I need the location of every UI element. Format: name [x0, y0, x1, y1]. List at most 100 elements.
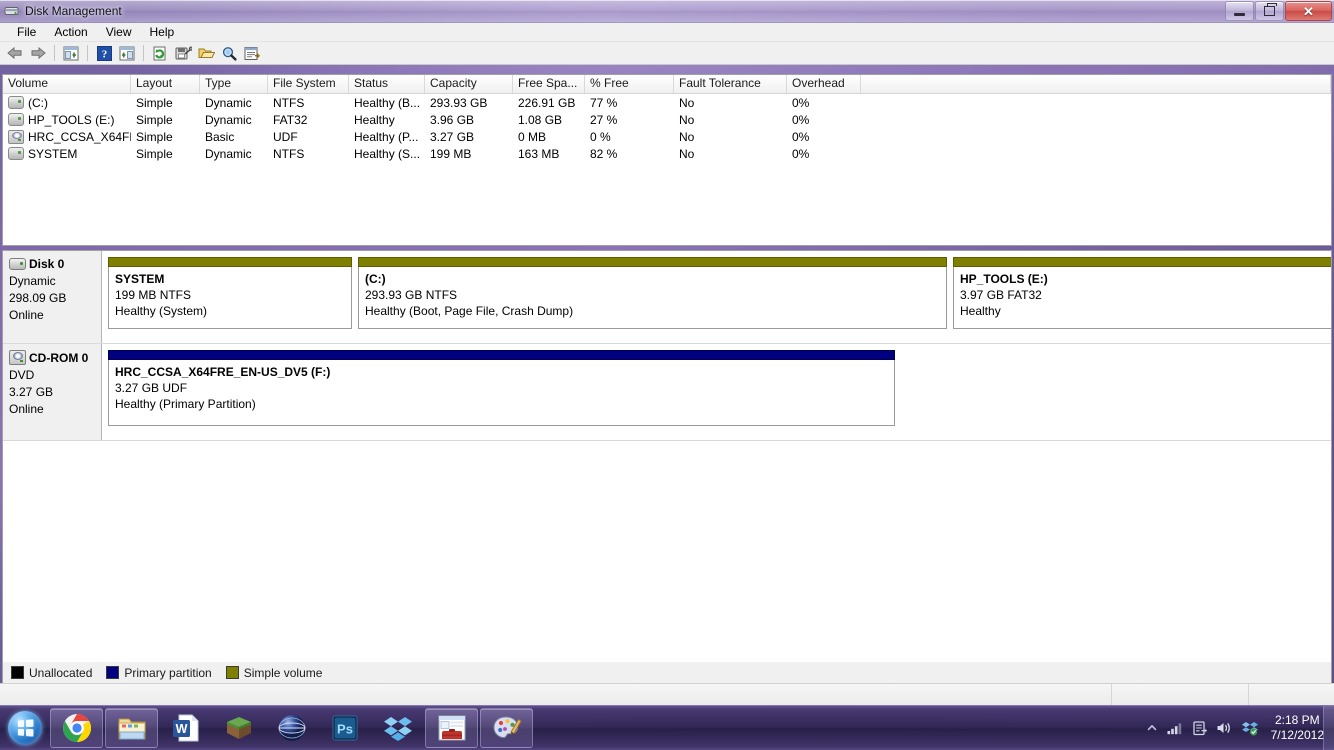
taskbar-windows-explorer[interactable]	[105, 708, 158, 748]
menu-item-file[interactable]: File	[8, 24, 45, 40]
cell-file-system: FAT32	[273, 112, 308, 127]
table-row[interactable]: (C:) Simple Dynamic NTFS Healthy (B... 2…	[3, 94, 1331, 111]
column-header-overhead[interactable]: Overhead	[787, 75, 861, 93]
cell-status: Healthy	[354, 112, 395, 127]
disk-name-row: Disk 0	[9, 257, 101, 271]
column-header-fault-tolerance[interactable]: Fault Tolerance	[674, 75, 787, 93]
taskbar-dropbox[interactable]	[372, 709, 423, 747]
cell-overhead: 0%	[792, 129, 810, 144]
clock[interactable]: 2:18 PM 7/12/2012	[1271, 713, 1324, 743]
column-header-spacer[interactable]	[861, 75, 1331, 93]
table-row[interactable]: SYSTEM Simple Dynamic NTFS Healthy (S...…	[3, 145, 1331, 162]
minimize-button[interactable]	[1225, 1, 1254, 21]
open-icon[interactable]	[195, 43, 217, 63]
toolbar: ?	[0, 42, 1334, 65]
window-controls: ✕	[1225, 1, 1332, 21]
show-hide-action-pane-icon[interactable]	[116, 43, 138, 63]
explore-icon[interactable]	[218, 43, 240, 63]
taskbar-browser[interactable]	[266, 709, 317, 747]
partition-name: HRC_CCSA_X64FRE_EN-US_DV5 (F:)	[115, 365, 331, 379]
disk-state: Online	[9, 308, 44, 322]
status-segment-main	[0, 684, 1112, 706]
taskbar-disk-management[interactable]	[425, 708, 478, 748]
cell-layout: Simple	[136, 146, 173, 161]
column-header-volume[interactable]: Volume	[3, 75, 131, 93]
cell-fault-tolerance: No	[679, 146, 695, 161]
cell-overhead: 0%	[792, 95, 810, 110]
menu-item-help[interactable]: Help	[141, 24, 184, 40]
dropbox-tray-icon[interactable]	[1241, 721, 1258, 736]
taskbar-word[interactable]: W	[160, 709, 211, 747]
taskbar-chrome[interactable]	[50, 708, 103, 748]
disk-info-cdrom0[interactable]: CD-ROM 0 DVD 3.27 GB Online	[3, 344, 102, 440]
cell-layout: Simple	[136, 112, 173, 127]
disk-size: 3.27 GB	[9, 385, 54, 399]
system-tray: 2:18 PM 7/12/2012	[1146, 706, 1334, 750]
menu-bar: File Action View Help	[0, 23, 1334, 42]
partition-c[interactable]: (C:) 293.93 GB NTFS Healthy (Boot, Page …	[358, 257, 947, 343]
partition-hp-tools[interactable]: HP_TOOLS (E:) 3.97 GB FAT32 Healthy	[953, 257, 1331, 343]
cell-percent-free: 82 %	[590, 146, 618, 161]
maximize-button[interactable]	[1255, 1, 1284, 21]
help-icon[interactable]: ?	[93, 43, 115, 63]
refresh-icon[interactable]	[149, 43, 171, 63]
network-signal-icon[interactable]	[1167, 721, 1184, 735]
table-row[interactable]: HP_TOOLS (E:) Simple Dynamic FAT32 Healt…	[3, 111, 1331, 128]
column-header-type[interactable]: Type	[200, 75, 268, 93]
disk-info-disk0[interactable]: Disk 0 Dynamic 298.09 GB Online	[3, 251, 102, 343]
column-header-percent-free[interactable]: % Free	[585, 75, 674, 93]
column-header-file-system[interactable]: File System	[268, 75, 349, 93]
action-center-icon[interactable]	[1192, 720, 1207, 736]
volume-list-header: Volume Layout Type File System Status Ca…	[3, 75, 1331, 94]
back-icon[interactable]	[4, 43, 26, 63]
legend-label: Simple volume	[243, 665, 323, 680]
column-header-layout[interactable]: Layout	[131, 75, 200, 93]
legend: Unallocated Primary partition Simple vol…	[2, 662, 1332, 684]
disk-management-icon	[4, 3, 20, 19]
show-hide-console-tree-icon[interactable]	[60, 43, 82, 63]
clock-date: 7/12/2012	[1270, 728, 1324, 742]
taskbar-paint[interactable]	[480, 708, 533, 748]
partition-system[interactable]: SYSTEM 199 MB NTFS Healthy (System)	[108, 257, 352, 343]
legend-label: Primary partition	[124, 665, 212, 680]
volume-list-pane[interactable]: Volume Layout Type File System Status Ca…	[2, 74, 1332, 246]
cell-percent-free: 77 %	[590, 95, 618, 110]
disk-row-disk0[interactable]: Disk 0 Dynamic 298.09 GB Online SYSTEM 1…	[3, 251, 1331, 344]
disk-name: Disk 0	[29, 257, 65, 271]
taskbar-photoshop[interactable]: Ps	[319, 709, 370, 747]
cell-volume: (C:)	[3, 96, 131, 110]
disk-type: Dynamic	[9, 274, 56, 288]
menu-item-view[interactable]: View	[97, 24, 141, 40]
show-desktop-button[interactable]	[1323, 706, 1334, 750]
cell-status: Healthy (P...	[354, 129, 419, 144]
column-header-capacity[interactable]: Capacity	[425, 75, 513, 93]
cell-file-system: NTFS	[273, 146, 305, 161]
paint-palette-icon	[491, 712, 523, 744]
status-segment-third	[1249, 684, 1334, 706]
volume-label: HP_TOOLS (E:)	[28, 112, 115, 127]
start-button[interactable]	[2, 708, 48, 748]
svg-text:Ps: Ps	[337, 722, 353, 737]
column-header-status[interactable]: Status	[349, 75, 425, 93]
partition-color-bar	[108, 257, 352, 267]
title-bar[interactable]: Disk Management ✕	[0, 0, 1334, 23]
cell-volume: HRC_CCSA_X64FR...	[3, 129, 131, 144]
forward-icon[interactable]	[27, 43, 49, 63]
cell-file-system: NTFS	[273, 95, 305, 110]
properties-icon[interactable]	[241, 43, 263, 63]
disk-row-cdrom0[interactable]: CD-ROM 0 DVD 3.27 GB Online HRC_CCSA_X64…	[3, 344, 1331, 441]
graphical-view-pane[interactable]: Disk 0 Dynamic 298.09 GB Online SYSTEM 1…	[2, 250, 1332, 682]
menu-item-action[interactable]: Action	[45, 24, 96, 40]
taskbar-minecraft[interactable]	[213, 709, 264, 747]
toolbar-separator	[87, 45, 88, 61]
table-row[interactable]: HRC_CCSA_X64FR... Simple Basic UDF Healt…	[3, 128, 1331, 145]
disk-management-toolbox-icon	[436, 712, 468, 744]
volume-icon[interactable]	[1216, 721, 1232, 735]
svg-text:W: W	[175, 722, 187, 736]
column-header-free-space[interactable]: Free Spa...	[513, 75, 585, 93]
show-hidden-icons-icon[interactable]	[1146, 722, 1158, 734]
rescan-disks-icon[interactable]	[172, 43, 194, 63]
close-button[interactable]: ✕	[1285, 1, 1332, 21]
partition-dvd-volume[interactable]: HRC_CCSA_X64FRE_EN-US_DV5 (F:) 3.27 GB U…	[108, 350, 895, 440]
cell-capacity: 3.27 GB	[430, 129, 475, 144]
